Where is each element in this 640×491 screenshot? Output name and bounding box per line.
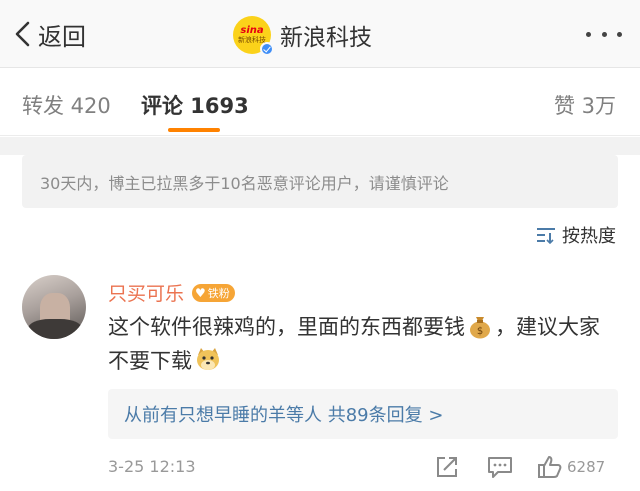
heart-icon: ♥: [195, 285, 206, 300]
back-label: 返回: [38, 22, 86, 51]
notice-text: 30天内，博主已拉黑多于10名恶意评论用户，请谨慎评论: [40, 173, 449, 193]
comment-notice-banner: 30天内，博主已拉黑多于10名恶意评论用户，请谨慎评论: [22, 155, 618, 208]
replies-preview[interactable]: 从前有只想早睡的羊等人 共89条回复 >: [108, 389, 618, 439]
sort-label: 按热度: [562, 226, 616, 247]
comment-text: 这个软件很辣鸡的，里面的东西都要钱 $ ，建议大家不要下载: [108, 310, 618, 378]
more-options-icon[interactable]: [586, 22, 622, 46]
username[interactable]: 只买可乐: [108, 279, 184, 306]
fan-badge-label: 铁粉: [207, 286, 230, 300]
share-button[interactable]: [434, 453, 460, 481]
back-button[interactable]: 返回: [14, 14, 86, 54]
active-tab-indicator: [168, 128, 220, 132]
thumbs-up-icon: [538, 456, 562, 478]
comment-author-row: 只买可乐 ♥ 铁粉: [108, 279, 235, 306]
logo-wordmark: sina: [240, 25, 264, 36]
tab-repost[interactable]: 转发 420: [22, 90, 111, 120]
sina-logo: sina 新浪科技: [233, 16, 274, 56]
comment-icon: [488, 457, 512, 478]
share-icon: [437, 457, 457, 477]
tab-likes[interactable]: 赞 3万: [554, 90, 616, 120]
replies-link[interactable]: 从前有只想早睡的羊等人 共89条回复 >: [124, 401, 443, 427]
fan-badge: ♥ 铁粉: [192, 283, 235, 302]
like-count: 6287: [567, 458, 606, 476]
comment-timestamp: 3-25 12:13: [108, 457, 196, 476]
dot: [617, 31, 622, 37]
sort-icon: [537, 228, 555, 244]
doge-icon: [197, 348, 219, 370]
svg-text:$: $: [477, 326, 483, 337]
sort-by-heat-button[interactable]: 按热度: [536, 222, 616, 248]
comment-text-part1: 这个软件很辣鸡的，里面的东西都要钱: [108, 315, 465, 339]
section-divider: [0, 137, 640, 155]
reply-button[interactable]: [486, 453, 514, 481]
dot: [601, 31, 607, 37]
account-name: 新浪科技: [280, 25, 372, 51]
like-button[interactable]: 6287: [537, 453, 605, 481]
dot: [586, 31, 591, 37]
avatar[interactable]: [22, 275, 86, 339]
tab-comments[interactable]: 评论 1693: [141, 90, 249, 120]
tab-bar: 转发 420 评论 1693 赞 3万: [0, 68, 640, 136]
chevron-left-icon: [15, 21, 30, 47]
money-bag-icon: $: [470, 317, 490, 339]
verified-badge-icon: [260, 42, 274, 56]
top-nav-bar: 返回 sina 新浪科技 新浪科技: [0, 0, 640, 68]
account-header[interactable]: sina 新浪科技 新浪科技: [233, 14, 372, 56]
